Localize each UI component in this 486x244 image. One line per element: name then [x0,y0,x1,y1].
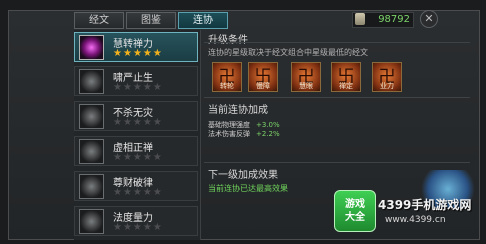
bonus-label: 基础物理强度 [208,121,250,129]
bonus-value: +2.2% [256,130,280,138]
rune-label: 慢障 [256,82,270,90]
star-icon: ★ [142,48,153,59]
skill-item[interactable]: 尊财破律 ★★★★★ [74,171,198,201]
watermark-badge-line: 游戏 [345,199,365,210]
watermark-brand: 4399手机游戏网 [378,198,472,212]
skill-icon [79,174,104,199]
upgrade-description: 连协的星级取决于经文组合中星级最低的经文 [208,48,368,57]
rune-label: 转轮 [220,82,234,90]
coin-icon [355,13,365,25]
skill-item[interactable]: 法度量力 ★★★★★ [74,206,198,236]
star-icon: ★ [113,48,123,59]
skill-icon [79,69,104,94]
divider [204,162,470,163]
current-bonus-title: 当前连协加成 [208,105,268,116]
skill-item[interactable]: 慧转禅力 ★★★★★ [74,32,198,62]
skill-icon [79,104,104,129]
bonus-label: 法术伤害反弹 [208,130,250,138]
star-icon: ★ [122,48,133,59]
star-rating: ★★★★★ [113,48,163,59]
rune-label: 禅定 [339,82,353,90]
skill-item[interactable]: 虚相正禅 ★★★★★ [74,136,198,166]
tab-jingwen[interactable]: 经文 [74,12,124,29]
skill-list[interactable]: 慧转禅力 ★★★★★ 啸严止生 ★★★★★ 不杀无灾 ★★★★★ 虚相正禅 ★★… [74,30,201,240]
watermark-badge-line: 大全 [345,212,365,223]
star-rating: ★★★★★ [113,152,163,163]
divider [204,97,470,98]
star-rating: ★★★★★ [113,187,163,198]
star-rating: ★★★★★ [113,222,163,233]
tab-lianxie[interactable]: 连协 [178,12,228,29]
skill-item[interactable]: 不杀无灾 ★★★★★ [74,101,198,131]
bonus-value: +3.0% [256,121,280,129]
bonus-row: 法术伤害反弹 +2.2% [208,129,280,139]
skill-icon [79,139,104,164]
next-bonus-title: 下一级加成效果 [208,170,278,181]
skill-item[interactable]: 啸严止生 ★★★★★ [74,66,198,96]
skill-icon [79,35,104,60]
skill-icon [79,209,104,234]
star-rating: ★★★★★ [113,82,163,93]
divider [204,42,470,43]
rune-label: 慧眼 [299,82,313,90]
rune-label: 业力 [380,82,394,90]
star-icon: ★ [152,48,163,59]
close-button[interactable]: ✕ [420,10,438,28]
watermark-url: www.4399.cn [385,215,446,225]
upgrade-title: 升级条件 [208,35,248,46]
star-rating: ★★★★★ [113,117,163,128]
watermark-logo: 游戏 大全 [334,190,376,232]
tab-tujian[interactable]: 图鉴 [126,12,176,29]
next-bonus-text: 当前连协已达最高效果 [208,184,288,193]
star-icon: ★ [132,48,143,59]
